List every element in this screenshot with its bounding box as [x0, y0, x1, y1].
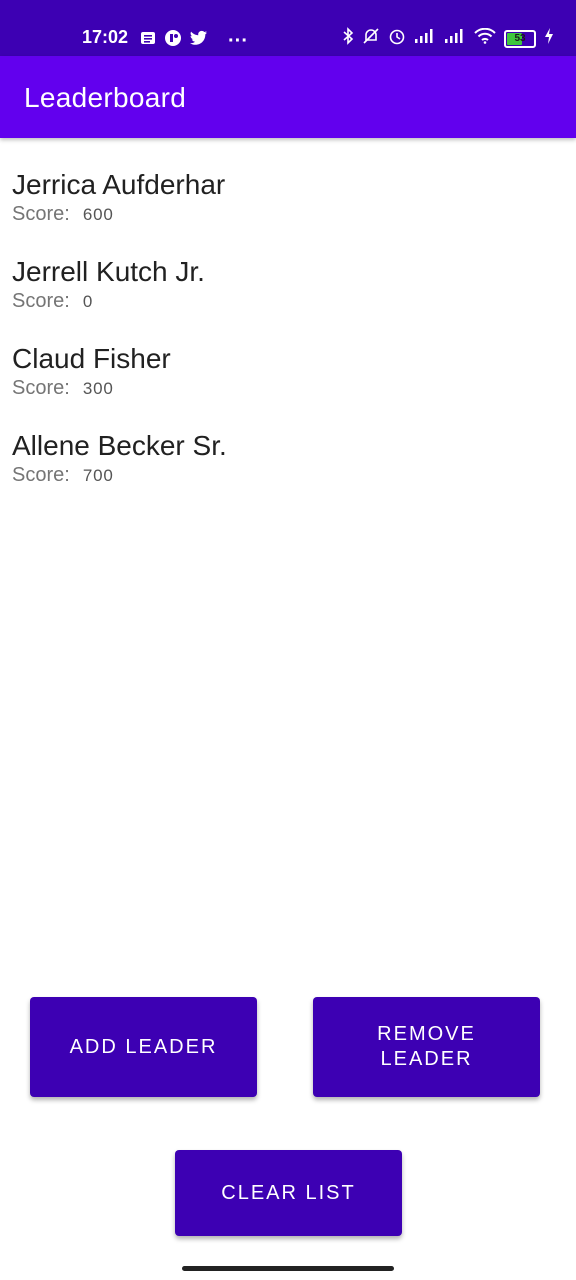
app-bar: Leaderboard: [0, 56, 576, 138]
wifi-icon: [474, 27, 496, 49]
notification-icons: ···: [140, 29, 248, 52]
remove-leader-label-line2: LEADER: [380, 1048, 473, 1070]
leader-name: Allene Becker Sr.: [12, 430, 227, 461]
score-label: Score:: [12, 290, 70, 312]
app-icon: [164, 29, 182, 52]
leader-name: Jerrica Aufderhar: [12, 169, 226, 200]
page-title: Leaderboard: [24, 82, 187, 113]
score-row: Score: 700: [12, 464, 564, 487]
more-icon: ···: [228, 29, 248, 52]
remove-leader-button[interactable]: REMOVE LEADER: [313, 997, 540, 1097]
leader-item: Allene Becker Sr. Score: 700: [12, 426, 564, 513]
score-label: Score:: [12, 377, 70, 399]
score-row: Score: 300: [12, 377, 564, 400]
add-leader-button[interactable]: ADD LEADER: [30, 997, 257, 1097]
leader-item: Claud Fisher Score: 300: [12, 339, 564, 426]
charging-icon: [544, 28, 554, 49]
status-time: 17:02: [82, 27, 129, 47]
status-bar: 17:02 ··· 53: [0, 0, 576, 56]
system-icons: 53: [342, 27, 554, 50]
clear-list-button[interactable]: CLEAR LIST: [175, 1150, 402, 1236]
score-label: Score:: [12, 203, 70, 225]
score-value: 600: [82, 205, 114, 224]
signal-icon: [414, 28, 436, 49]
twitter-icon: [190, 30, 208, 51]
leader-item: Jerrica Aufderhar Score: 600: [12, 165, 564, 252]
leader-item: Jerrell Kutch Jr. Score: 0: [12, 252, 564, 339]
leader-list: Jerrica Aufderhar Score: 600 Jerrell Kut…: [12, 165, 564, 513]
muted-bell-icon: [362, 27, 380, 50]
message-icon: [140, 30, 156, 51]
leader-name: Jerrell Kutch Jr.: [12, 256, 205, 287]
score-value: 700: [82, 466, 114, 485]
bluetooth-icon: [342, 27, 354, 50]
score-label: Score:: [12, 464, 70, 486]
score-row: Score: 0: [12, 290, 564, 313]
home-indicator[interactable]: [182, 1266, 394, 1271]
battery-icon: 53: [504, 29, 536, 48]
remove-leader-label: REMOVE LEADER: [377, 1022, 476, 1072]
battery-level: 53: [514, 32, 526, 44]
alarm-icon: [388, 27, 406, 50]
score-value: 300: [82, 379, 114, 398]
remove-leader-label-line1: REMOVE: [377, 1023, 476, 1045]
score-row: Score: 600: [12, 203, 564, 226]
score-value: 0: [82, 292, 94, 311]
leader-name: Claud Fisher: [12, 343, 171, 374]
signal-icon: [444, 28, 466, 49]
